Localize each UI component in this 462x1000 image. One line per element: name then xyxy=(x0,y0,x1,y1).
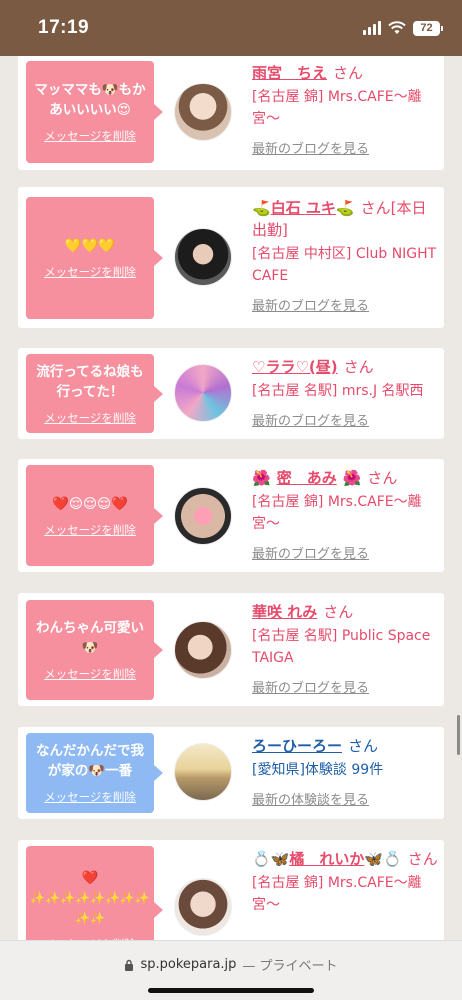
message-card: 流行ってるね娘も行ってた！ メッセージを削除 ♡ララ♡(昼) さん [名古屋 名駅… xyxy=(18,348,444,439)
message-card: 💛💛💛 メッセージを削除 ⛳白石 ユキ⛳ さん[本日出勤] [名古屋 中村区] C… xyxy=(18,187,444,328)
avatar[interactable] xyxy=(174,228,232,286)
message-card: わんちゃん可愛い🐶 メッセージを削除 華咲 れみ さん [名古屋 名駅] Publ… xyxy=(18,593,444,706)
delete-message-link[interactable]: メッセージを削除 xyxy=(44,522,136,538)
wifi-icon xyxy=(388,21,406,34)
latest-review-link[interactable]: 最新の体験談を見る xyxy=(252,789,438,808)
delete-message-link[interactable]: メッセージを削除 xyxy=(44,264,136,280)
review-count-text: [愛知県]体験談 99件 xyxy=(252,762,384,778)
scrollbar[interactable] xyxy=(457,715,460,755)
private-label: — プライベート xyxy=(242,959,338,974)
cast-name-link[interactable]: 橘 れいか xyxy=(289,850,364,868)
reviewer-name-link[interactable]: ろーひーろー xyxy=(252,737,342,755)
avatar[interactable] xyxy=(174,743,232,801)
shop-text: [名古屋 中村区] Club NIGHT CAFE xyxy=(252,246,437,284)
message-bubble: ❤️😌😌😌❤️ メッセージを削除 xyxy=(26,465,163,566)
delete-message-link[interactable]: メッセージを削除 xyxy=(44,666,136,682)
latest-blog-link[interactable]: 最新のブログを見る xyxy=(252,543,438,562)
lock-icon xyxy=(125,959,134,971)
message-card: ❤️😌😌😌❤️ メッセージを削除 🌺 密 あみ 🌺 さん [名古屋 錦] Mrs.CA… xyxy=(18,459,444,572)
cast-name-link[interactable]: 華咲 れみ xyxy=(252,603,317,621)
avatar[interactable] xyxy=(174,878,232,936)
message-text: なんだかんだで我が家の🐶一番 xyxy=(36,743,144,779)
status-time: 17:19 xyxy=(38,17,90,38)
latest-blog-link[interactable]: 最新のブログを見る xyxy=(252,138,438,157)
shop-text: [名古屋 錦] Mrs.CAFE〜離宮〜 xyxy=(252,494,422,532)
message-bubble: なんだかんだで我が家の🐶一番 メッセージを削除 xyxy=(26,733,163,813)
message-feed[interactable]: マッママも🐶もかあいいいい😍 メッセージを削除 雨宮 ちえ さん [名古屋 錦] … xyxy=(0,56,462,940)
message-text: マッママも🐶もかあいいいい😍 xyxy=(34,82,146,118)
delete-message-link[interactable]: メッセージを削除 xyxy=(44,789,136,805)
cellular-signal-icon xyxy=(363,21,381,35)
message-text: ❤️ ✨✨✨✨✨✨✨✨✨✨ xyxy=(30,870,150,925)
message-card: ❤️✨✨✨✨✨✨✨✨✨✨ メッセージを削除 💍🦋橘 れいか🦋💍さん [名古屋 錦… xyxy=(18,840,444,940)
message-bubble: マッママも🐶もかあいいいい😍 メッセージを削除 xyxy=(26,61,163,163)
message-bubble: 流行ってるね娘も行ってた！ メッセージを削除 xyxy=(26,354,163,433)
status-bar: 17:19 72 xyxy=(0,0,462,56)
message-bubble: わんちゃん可愛い🐶 メッセージを削除 xyxy=(26,600,163,700)
home-indicator[interactable] xyxy=(148,988,314,993)
avatar[interactable] xyxy=(174,487,232,545)
battery-icon: 72 xyxy=(413,20,443,36)
browser-address-bar[interactable]: sp.pokepara.jp — プライベート xyxy=(0,940,462,1000)
message-text: 流行ってるね娘も行ってた！ xyxy=(36,363,144,400)
url-domain: sp.pokepara.jp xyxy=(140,957,237,972)
cast-name-link[interactable]: 白石 ユキ xyxy=(271,199,336,217)
cast-name-link[interactable]: ♡ララ♡(昼) xyxy=(252,358,338,376)
delete-message-link[interactable]: メッセージを削除 xyxy=(44,410,136,426)
message-text: 💛💛💛 xyxy=(64,238,116,254)
shop-text: [名古屋 錦] Mrs.CAFE〜離宮〜 xyxy=(252,89,422,127)
avatar[interactable] xyxy=(174,83,232,141)
message-bubble: ❤️✨✨✨✨✨✨✨✨✨✨ メッセージを削除 xyxy=(26,846,163,940)
shop-text: [名古屋 名駅] mrs.J 名駅西 xyxy=(252,383,424,399)
message-card: マッママも🐶もかあいいいい😍 メッセージを削除 雨宮 ちえ さん [名古屋 錦] … xyxy=(18,56,444,170)
delete-message-link[interactable]: メッセージを削除 xyxy=(44,128,136,144)
avatar[interactable] xyxy=(174,621,232,679)
message-bubble: 💛💛💛 メッセージを削除 xyxy=(26,197,163,319)
cast-name-link[interactable]: 密 あみ xyxy=(277,469,337,487)
latest-blog-link[interactable]: 最新のブログを見る xyxy=(252,295,438,314)
shop-text: [名古屋 名駅] Public Space TAIGA xyxy=(252,628,431,666)
message-card: なんだかんだで我が家の🐶一番 メッセージを削除 ろーひーろー さん [愛知県]体験… xyxy=(18,727,444,819)
message-text: わんちゃん可愛い🐶 xyxy=(36,620,144,656)
cast-name-link[interactable]: 雨宮 ちえ xyxy=(252,64,327,82)
latest-blog-link[interactable]: 最新のブログを見る xyxy=(252,410,438,429)
avatar[interactable] xyxy=(174,364,232,422)
message-text: ❤️😌😌😌❤️ xyxy=(52,495,128,512)
latest-blog-link[interactable]: 最新のブログを見る xyxy=(252,677,438,696)
shop-text: [名古屋 錦] Mrs.CAFE〜離宮〜 xyxy=(252,875,422,913)
